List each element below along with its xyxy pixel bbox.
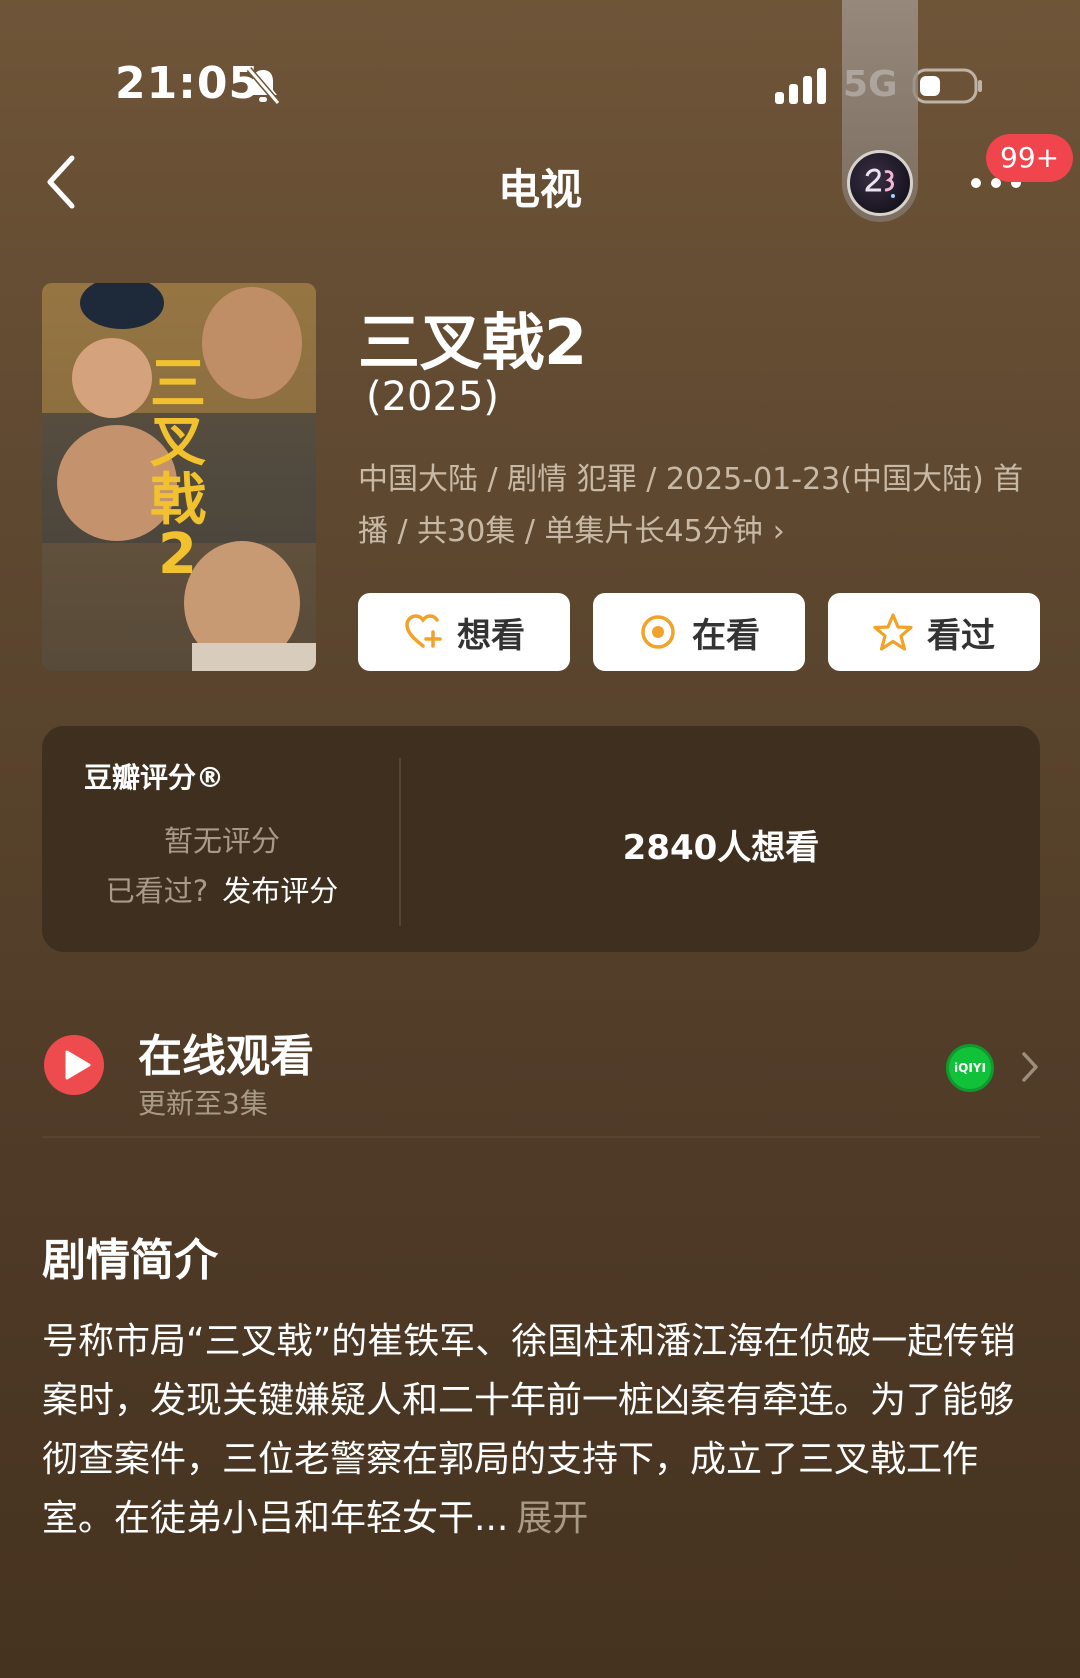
svg-text:三: 三 [150, 352, 206, 417]
status-bar: 21:05 5G [0, 0, 1080, 130]
page-title: 电视 [497, 165, 582, 214]
show-title: 三叉戟2 [358, 306, 588, 379]
watched-label: 看过 [927, 615, 995, 656]
star-icon [873, 613, 913, 651]
chevron-right-icon[interactable] [1020, 1050, 1040, 1084]
want-to-watch-label: 想看 [457, 615, 525, 656]
watched-button[interactable]: 看过 [828, 593, 1040, 671]
section-divider [42, 1136, 1040, 1138]
target-icon [641, 615, 675, 649]
synopsis-title: 剧情简介 [42, 1235, 218, 1286]
cellular-signal-icon [775, 68, 826, 104]
status-time: 21:05 [115, 58, 261, 109]
iqiyi-icon[interactable]: iQIYI [946, 1044, 994, 1092]
rating-title: 豆瓣评分® [84, 761, 225, 794]
publish-rating-link[interactable]: 发布评分 [222, 874, 338, 908]
want-to-watch-button[interactable]: 想看 [358, 593, 570, 671]
watching-button[interactable]: 在看 [593, 593, 805, 671]
show-year: (2025) [366, 374, 500, 420]
rating-divider [399, 758, 401, 926]
online-watch-title[interactable]: 在线观看 [138, 1020, 314, 1084]
watched-prompt: 已看过? [105, 874, 209, 908]
synopsis-text: 号称市局“三叉戟”的崔铁军、徐国柱和潘江海在侦破一起传销案时，发现关键嫌疑人和二… [42, 1312, 1038, 1548]
bell-muted-icon [246, 67, 281, 105]
chevron-right-icon: › [772, 514, 785, 549]
show-meta[interactable]: 中国大陆 / 剧情 犯罪 / 2025-01-23(中国大陆) 首播 / 共30… [358, 454, 1048, 558]
heart-plus-icon [405, 614, 442, 648]
battery-icon [912, 68, 982, 104]
online-watch-subtitle: 更新至3集 [138, 1087, 268, 1120]
want-count: 2840人想看 [622, 828, 820, 868]
no-rating-text: 暂无评分 [163, 824, 280, 858]
rate-prompt: 已看过? 发布评分 [42, 868, 402, 910]
watching-label: 在看 [692, 615, 760, 656]
show-meta-text: 中国大陆 / 剧情 犯罪 / 2025-01-23(中国大陆) 首播 / 共30… [358, 462, 1024, 549]
iqiyi-logo-text: iQIYI [954, 1061, 986, 1075]
play-icon[interactable] [43, 1034, 105, 1096]
svg-text:2: 2 [158, 522, 197, 587]
svg-text:叉: 叉 [150, 410, 206, 475]
show-poster[interactable]: 三 叉 戟 2 [42, 283, 316, 671]
poster-image: 三 叉 戟 2 [42, 283, 316, 671]
rating-card: 豆瓣评分® 暂无评分 已看过? 发布评分 2840人想看 [42, 726, 1040, 952]
notification-badge: 99+ [986, 134, 1074, 182]
expand-link[interactable]: 展开 [516, 1498, 588, 1539]
